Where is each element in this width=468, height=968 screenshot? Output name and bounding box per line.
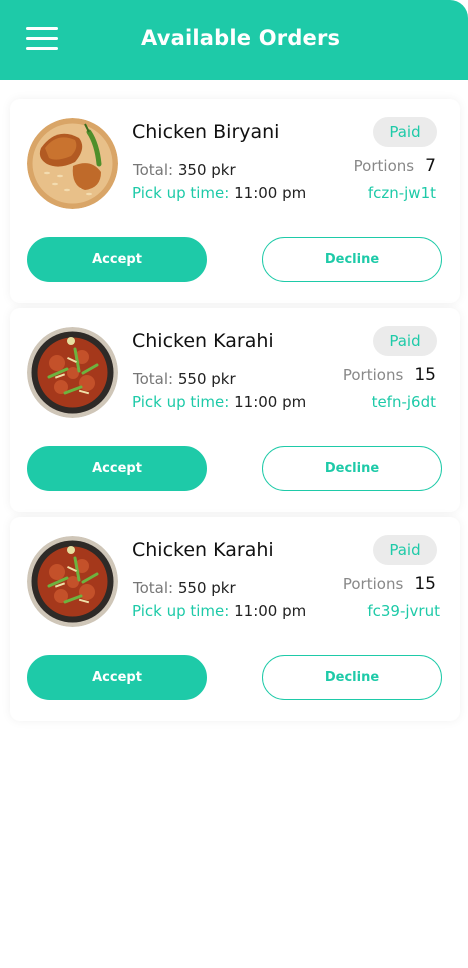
order-total: Total: 550 pkr [133,370,236,388]
order-card: Chicken Karahi Total: 550 pkr Pick up ti… [10,308,460,512]
portions-label: Portions [353,157,415,175]
order-total: Total: 350 pkr [133,161,236,179]
total-label: Total: [133,161,174,179]
total-value: 550 pkr [177,579,236,597]
portions-value: 7 [425,156,436,176]
pickup-time: Pick up time: 11:00 pm [132,393,306,411]
page-title: Available Orders [141,26,341,50]
order-code: fczn-jw1t [367,184,436,202]
total-value: 350 pkr [177,161,236,179]
pickup-value: 11:00 pm [234,393,307,411]
portions-label: Portions [342,366,404,384]
order-code: tefn-j6dt [371,393,436,411]
decline-button[interactable]: Decline [262,446,442,491]
dish-name: Chicken Biryani [132,121,280,143]
pickup-time: Pick up time: 11:00 pm [132,602,306,620]
pickup-label: Pick up time: [132,602,230,620]
accept-button[interactable]: Accept [27,237,207,282]
biryani-dish-image [27,118,118,209]
accept-button[interactable]: Accept [27,655,207,700]
portions-value: 15 [414,574,436,594]
decline-button[interactable]: Decline [262,655,442,700]
accept-button[interactable]: Accept [27,446,207,491]
karahi-dish-image [27,327,118,418]
portions: Portions 15 [343,574,436,594]
hamburger-menu-icon[interactable] [26,27,58,51]
portions: Portions 15 [343,365,436,385]
status-badge: Paid [373,535,437,565]
order-code: fc39-jvrut [367,602,440,620]
status-badge: Paid [373,326,437,356]
pickup-value: 11:00 pm [234,184,307,202]
decline-button[interactable]: Decline [262,237,442,282]
app-header: Available Orders [0,0,468,80]
dish-name: Chicken Karahi [132,539,274,561]
order-card: Chicken Karahi Total: 550 pkr Pick up ti… [10,517,460,721]
total-label: Total: [133,579,174,597]
total-label: Total: [133,370,174,388]
portions: Portions 7 [354,156,436,176]
order-card: Chicken Biryani Total: 350 pkr Pick up t… [10,99,460,303]
status-badge: Paid [373,117,437,147]
total-value: 550 pkr [177,370,236,388]
pickup-time: Pick up time: 11:00 pm [132,184,306,202]
pickup-value: 11:00 pm [234,602,307,620]
pickup-label: Pick up time: [132,393,230,411]
portions-label: Portions [342,575,404,593]
karahi-dish-image [27,536,118,627]
order-total: Total: 550 pkr [133,579,236,597]
pickup-label: Pick up time: [132,184,230,202]
portions-value: 15 [414,365,436,385]
dish-name: Chicken Karahi [132,330,274,352]
